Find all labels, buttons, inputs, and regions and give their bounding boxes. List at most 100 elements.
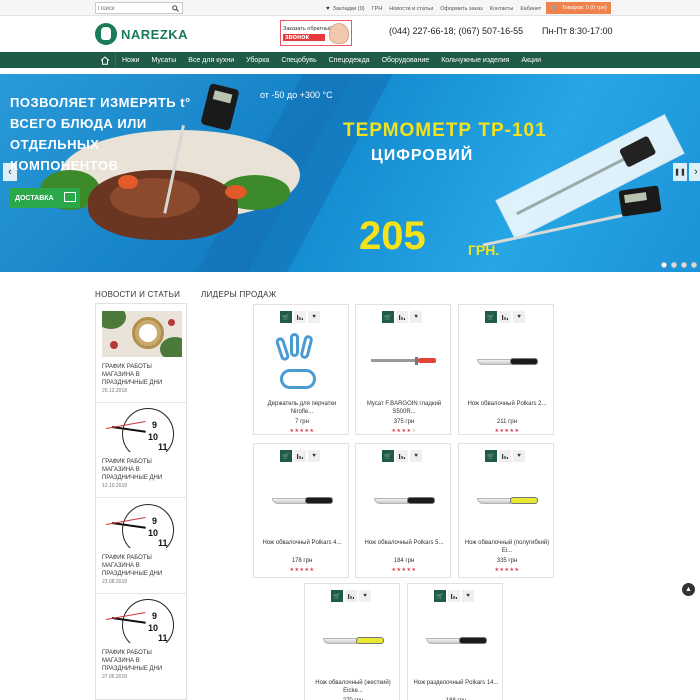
nav-item-knives[interactable]: Ножи: [116, 52, 145, 68]
news-thumbnail[interactable]: 9 10 11: [102, 502, 182, 548]
product-image[interactable]: [469, 466, 545, 536]
account-link[interactable]: Кабинет: [520, 6, 541, 12]
cart-icon[interactable]: 🛒: [280, 311, 292, 323]
product-image[interactable]: [315, 606, 391, 676]
heart-icon[interactable]: ♥: [308, 450, 320, 462]
product-image[interactable]: [366, 327, 442, 397]
compare-icon[interactable]: [499, 311, 511, 323]
currency-select[interactable]: ГРН: [372, 6, 383, 12]
star-icon: ★: [309, 567, 315, 573]
heart-icon[interactable]: ♥: [410, 450, 422, 462]
working-hours: Пн-Пт 8:30-17:00: [542, 26, 613, 36]
cart-icon[interactable]: 🛒: [485, 450, 497, 462]
nav-item-kitchen[interactable]: Все для кухни: [182, 52, 240, 68]
site-logo[interactable]: NAREZKA: [95, 22, 188, 46]
checkout-link[interactable]: Оформить заказ: [440, 6, 482, 12]
news-item[interactable]: 9 10 11 ГРАФИК РАБОТЫ МАГАЗИНА В ПРАЗДНИ…: [102, 502, 182, 585]
cart-icon[interactable]: 🛒: [382, 450, 394, 462]
news-title[interactable]: ГРАФИК РАБОТЫ МАГАЗИНА В ПРАЗДНИЧНЫЕ ДНИ: [102, 554, 172, 578]
product-name[interactable]: Нож разделочный Polkars 14...: [412, 679, 500, 687]
nav-item-promotions[interactable]: Акции: [515, 52, 547, 68]
product-image[interactable]: [366, 466, 442, 536]
news-item[interactable]: 9 10 11 ГРАФИК РАБОТЫ МАГАЗИНА В ПРАЗДНИ…: [102, 406, 182, 489]
compare-icon[interactable]: [294, 311, 306, 323]
news-link[interactable]: Новости и статьи: [389, 6, 433, 12]
product-name[interactable]: Нож обвалочный Polkars 4...: [258, 539, 346, 547]
compare-icon[interactable]: [294, 450, 306, 462]
home-icon[interactable]: [95, 52, 115, 68]
compare-icon[interactable]: [396, 450, 408, 462]
news-title[interactable]: ГРАФИК РАБОТЫ МАГАЗИНА В ПРАЗДНИЧНЫЕ ДНИ: [102, 363, 172, 387]
news-thumbnail[interactable]: [102, 311, 182, 357]
cart-icon[interactable]: 🛒: [485, 311, 497, 323]
product-name[interactable]: Нож обвалочный (жесткий) Eicke...: [309, 679, 397, 695]
heart-icon[interactable]: ♥: [513, 450, 525, 462]
product-card[interactable]: 🛒 ♥ Нож обвалочный (полугибкий) Ei... 335 г…: [458, 443, 554, 578]
product-card[interactable]: 🛒 ♥ Нож обвалочный Polkars 5... 184 грн ★★★★…: [355, 443, 451, 578]
slider-dot[interactable]: [661, 262, 667, 268]
product-card[interactable]: 🛒 ♥ Мусат F.BARGOIN гладкий S500R... 375 гр…: [355, 304, 451, 435]
cart-icon[interactable]: 🛒: [434, 590, 446, 602]
slider-prev-button[interactable]: ‹: [3, 163, 17, 181]
product-card[interactable]: 🛒 ♥ Держатель для перчатки Nirofle... 7 грн…: [253, 304, 349, 435]
slider-dot[interactable]: [681, 262, 687, 268]
slider-dots: [661, 262, 700, 268]
nav-item-workwear[interactable]: Спецодежда: [323, 52, 376, 68]
heart-icon[interactable]: ♥: [410, 311, 422, 323]
slider-dot[interactable]: [671, 262, 677, 268]
operator-avatar: [329, 23, 349, 44]
heart-icon[interactable]: ♥: [359, 590, 371, 602]
product-rating: ★★★★★: [254, 428, 350, 434]
product-image[interactable]: [469, 327, 545, 397]
product-name[interactable]: Мусат F.BARGOIN гладкий S500R...: [360, 400, 448, 416]
arrow-up-icon[interactable]: ▲: [682, 583, 695, 596]
product-actions: 🛒 ♥: [331, 590, 373, 602]
compare-icon[interactable]: [448, 590, 460, 602]
news-title[interactable]: ГРАФИК РАБОТЫ МАГАЗИНА В ПРАЗДНИЧНЫЕ ДНИ: [102, 458, 172, 482]
bookmarks-link[interactable]: Закладки (0): [333, 6, 365, 12]
news-title[interactable]: ГРАФИК РАБОТЫ МАГАЗИНА В ПРАЗДНИЧНЫЕ ДНИ: [102, 649, 172, 673]
compare-icon[interactable]: [345, 590, 357, 602]
slider-next-button[interactable]: ›: [689, 163, 700, 181]
heart-icon[interactable]: ♥: [513, 311, 525, 323]
search-input[interactable]: [98, 4, 170, 13]
news-item[interactable]: ГРАФИК РАБОТЫ МАГАЗИНА В ПРАЗДНИЧНЫЕ ДНИ…: [102, 311, 182, 394]
cart-button[interactable]: 🛒 Товаров: 0 (0 грн): [546, 2, 611, 14]
product-card[interactable]: 🛒 ♥ Нож обвалочный Polkars 2... 211 грн ★★★★…: [458, 304, 554, 435]
callback-banner[interactable]: Заказать обратный звонок: [280, 20, 352, 46]
compare-icon[interactable]: [396, 311, 408, 323]
cart-icon[interactable]: 🛒: [331, 590, 343, 602]
nav-item-cleaning[interactable]: Уборка: [240, 52, 275, 68]
nav-item-musats[interactable]: Мусаты: [145, 52, 182, 68]
product-image[interactable]: [264, 466, 340, 536]
product-image[interactable]: [264, 327, 340, 397]
heart-icon[interactable]: ♥: [308, 311, 320, 323]
news-date: 29.12.2018: [102, 388, 128, 394]
product-image[interactable]: [418, 606, 494, 676]
product-card[interactable]: 🛒♥Нож разделочный Polkars 14...188 грн★★…: [407, 583, 503, 700]
slider-dot[interactable]: [691, 262, 697, 268]
promo-slider[interactable]: от -50 до +300 °С ПОЗВОЛЯЕТ ИЗМЕРЯТЬ t° …: [0, 74, 700, 272]
news-thumbnail[interactable]: 9 10 11: [102, 406, 182, 452]
product-name[interactable]: Нож обвалочный (полугибкий) Ei...: [463, 539, 551, 555]
product-name[interactable]: Нож обвалочный Polkars 2...: [463, 400, 551, 408]
search-icon[interactable]: [172, 5, 179, 12]
nav-item-equipment[interactable]: Оборудование: [376, 52, 436, 68]
thermometer-image: [618, 185, 662, 217]
news-item[interactable]: 9 10 11 ГРАФИК РАБОТЫ МАГАЗИНА В ПРАЗДНИ…: [102, 597, 182, 680]
contacts-link[interactable]: Контакты: [490, 6, 514, 12]
news-thumbnail[interactable]: 9 10 11: [102, 597, 182, 643]
slider-pause-button[interactable]: ❚❚: [673, 163, 687, 181]
cart-icon: 🛒: [550, 5, 559, 12]
cart-icon[interactable]: 🛒: [382, 311, 394, 323]
heart-icon[interactable]: ♥: [462, 590, 474, 602]
product-card[interactable]: 🛒 ♥ Нож обвалочный Polkars 4... 178 грн ★★★★…: [253, 443, 349, 578]
nav-item-footwear[interactable]: Спецобувь: [275, 52, 322, 68]
product-name[interactable]: Нож обвалочный Polkars 5...: [360, 539, 448, 547]
cart-icon[interactable]: 🛒: [280, 450, 292, 462]
compare-icon[interactable]: [499, 450, 511, 462]
product-card[interactable]: 🛒♥Нож обвалочный (жесткий) Eicke...270 г…: [304, 583, 400, 700]
banner-price-unit: ГРН.: [468, 242, 500, 258]
product-name[interactable]: Держатель для перчатки Nirofle...: [258, 400, 346, 416]
nav-item-chainmail[interactable]: Кольчужные изделия: [435, 52, 515, 68]
